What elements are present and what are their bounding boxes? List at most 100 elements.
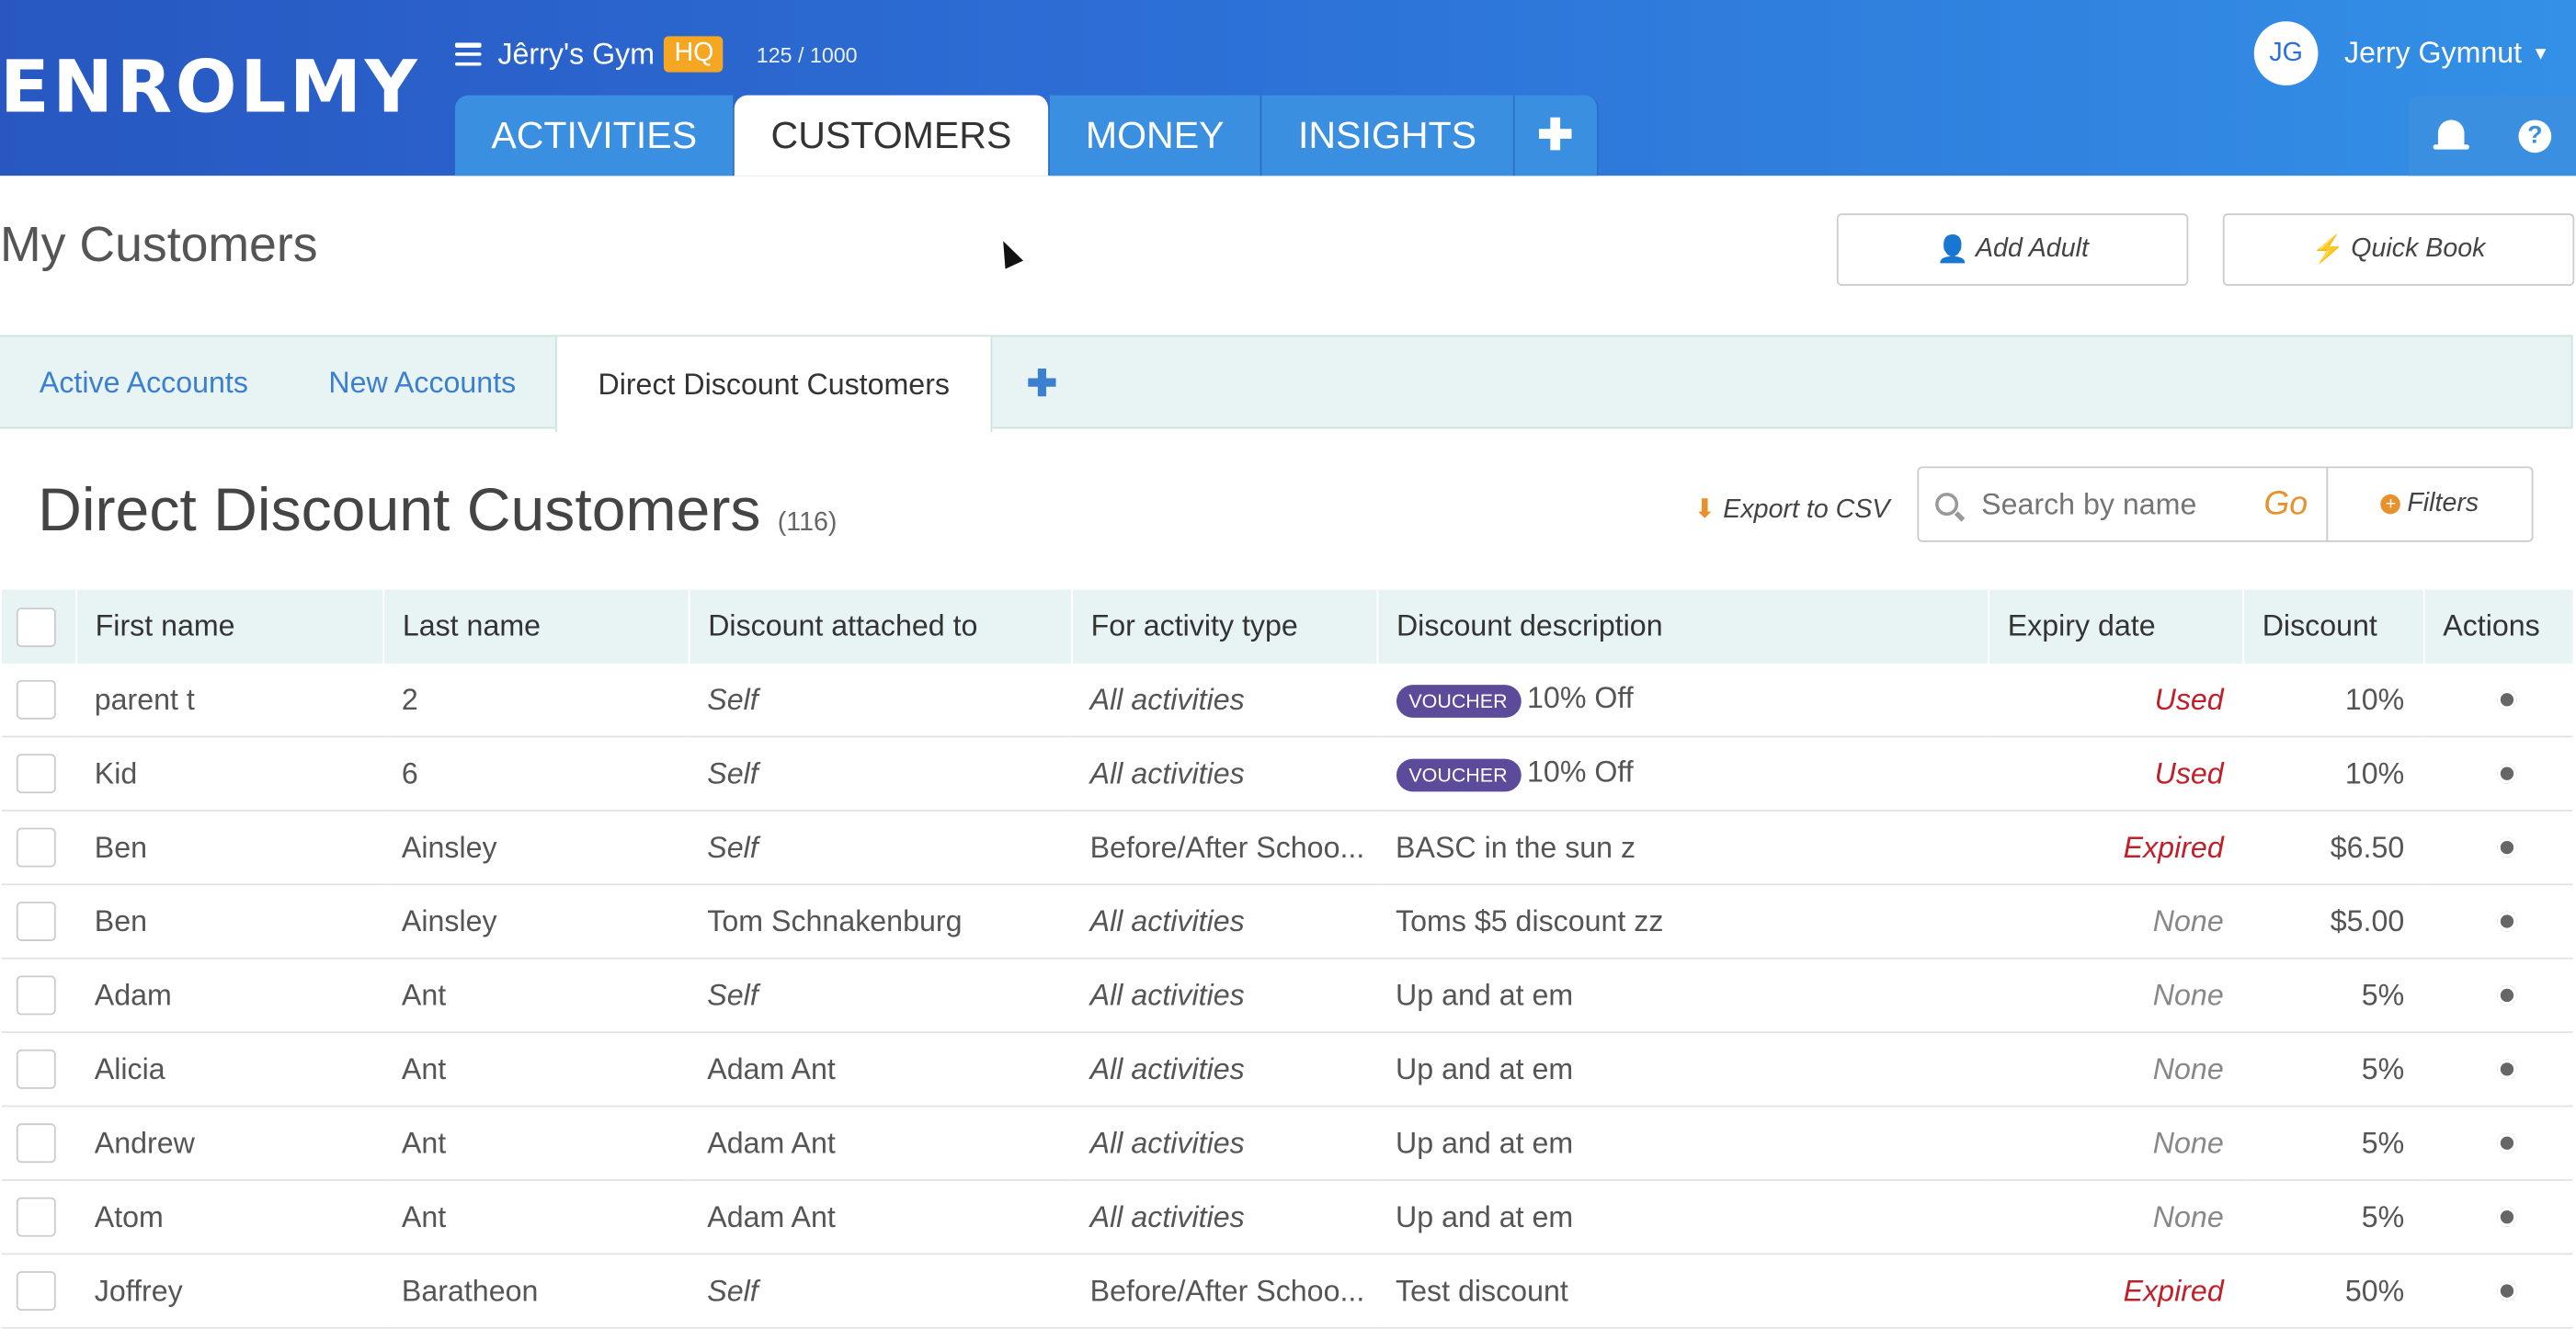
org-selector[interactable]: Jêrry's Gym HQ 125 / 1000	[454, 36, 858, 73]
add-subtab-button[interactable]: ✚	[1027, 336, 1057, 430]
top-header: ENROLMY Jêrry's Gym HQ 125 / 1000 ACTIVI…	[0, 0, 2576, 176]
cell-activity-type: All activities	[1072, 1032, 1378, 1108]
col-last-name[interactable]: Last name	[382, 589, 690, 664]
row-actions-cell	[2423, 736, 2573, 812]
cell-discount: $6.50	[2243, 810, 2424, 886]
hamburger-menu-icon[interactable]	[454, 42, 482, 66]
cell-discount-attached: Tom Schnakenburg	[689, 884, 1073, 960]
subtab-active-accounts[interactable]: Active Accounts	[40, 336, 248, 430]
enrolmy-logo[interactable]: ENROLMY	[0, 46, 420, 130]
user-name[interactable]: Jerry Gymnut	[2344, 36, 2522, 71]
tab-activities[interactable]: ACTIVITIES	[454, 95, 735, 176]
bell-icon[interactable]	[2433, 116, 2469, 155]
table-row: Alicia Ant Adam Ant All activities Up and at…	[0, 1032, 2573, 1108]
page-title: My Customers	[0, 218, 318, 273]
discount-description-text: Up and at em	[1396, 1199, 1574, 1233]
cell-expiry-date: Used	[1989, 736, 2244, 812]
gear-icon[interactable]	[2497, 1132, 2518, 1153]
gear-icon[interactable]	[2497, 1206, 2518, 1226]
cell-first-name: Andrew	[76, 1106, 384, 1181]
gear-icon[interactable]	[2497, 984, 2518, 1005]
row-select-cell	[0, 736, 77, 812]
gear-icon[interactable]	[2497, 763, 2518, 783]
tab-customers[interactable]: CUSTOMERS	[735, 95, 1050, 176]
col-discount[interactable]: Discount	[2242, 589, 2424, 664]
quick-book-button[interactable]: ⚡ Quick Book	[2222, 213, 2575, 286]
row-select-cell	[0, 663, 77, 738]
discount-description-text: BASC in the sun z	[1396, 830, 1636, 864]
row-checkbox[interactable]	[15, 679, 55, 720]
row-checkbox[interactable]	[15, 1049, 55, 1089]
row-checkbox[interactable]	[15, 1123, 55, 1164]
header-icon-bar: ?	[2408, 95, 2576, 176]
row-checkbox[interactable]	[15, 1197, 55, 1237]
quota-count: 125 / 1000	[756, 41, 858, 67]
col-expiry-date[interactable]: Expiry date	[1988, 589, 2244, 664]
filters-button[interactable]: + Filters	[2326, 466, 2534, 542]
go-button[interactable]: Go	[2263, 485, 2308, 523]
row-actions-cell	[2423, 663, 2573, 738]
download-icon: ⬇	[1693, 495, 1716, 525]
gear-icon[interactable]	[2497, 688, 2518, 710]
row-select-cell	[0, 1106, 77, 1181]
cell-discount-description: Toms $5 discount zz	[1377, 884, 1989, 960]
cell-discount: 5%	[2243, 1179, 2424, 1255]
row-select-cell	[0, 958, 77, 1034]
col-first-name[interactable]: First name	[75, 589, 384, 664]
row-checkbox[interactable]	[15, 754, 55, 794]
row-checkbox[interactable]	[15, 975, 55, 1016]
table-row: Joffrey Baratheon Self Before/After Schoo..…	[0, 1254, 2573, 1329]
gear-icon[interactable]	[2497, 910, 2518, 931]
table-row: Andrew Ant Adam Ant All activities Up and at…	[0, 1106, 2573, 1181]
col-discount-attached[interactable]: Discount attached to	[688, 589, 1073, 664]
gear-icon[interactable]	[2497, 1058, 2518, 1079]
col-discount-description[interactable]: Discount description	[1376, 589, 1989, 664]
cell-discount: 5%	[2243, 1032, 2424, 1108]
discount-description-text: Test discount	[1396, 1273, 1568, 1307]
user-menu[interactable]: JG Jerry Gymnut ▼	[2253, 21, 2549, 85]
cell-expiry-date: None	[1989, 1179, 2244, 1255]
row-actions-cell	[2423, 1254, 2573, 1329]
cell-first-name: Kid	[76, 736, 384, 812]
export-csv-button[interactable]: ⬇ Export to CSV	[1693, 493, 1889, 526]
table-row: parent t 2 Self All activities VOUCHER 10% Of…	[0, 663, 2573, 738]
avatar[interactable]: JG	[2253, 21, 2319, 85]
cell-discount: 50%	[2243, 1254, 2424, 1329]
cell-discount-attached: Self	[689, 958, 1073, 1034]
col-activity-type[interactable]: For activity type	[1071, 589, 1378, 664]
gear-icon[interactable]	[2497, 1279, 2518, 1301]
tab-money[interactable]: MONEY	[1049, 95, 1262, 176]
cell-activity-type: Before/After Schoo...	[1072, 1254, 1378, 1329]
add-user-icon: 👤	[1936, 236, 1969, 265]
row-actions-cell	[2423, 810, 2573, 886]
select-all-checkbox[interactable]	[16, 607, 56, 647]
add-adult-button[interactable]: 👤 Add Adult	[1836, 213, 2189, 286]
table-row: Kid 6 Self All activities VOUCHER 10% Off Used…	[0, 736, 2573, 812]
cell-expiry-date: Expired	[1989, 810, 2244, 886]
cell-activity-type: Before/After Schoo...	[1072, 810, 1378, 886]
cell-last-name: 6	[383, 736, 690, 812]
row-checkbox[interactable]	[15, 1271, 55, 1312]
subtab-new-accounts[interactable]: New Accounts	[328, 336, 516, 430]
row-checkbox[interactable]	[15, 902, 55, 941]
chevron-down-icon[interactable]: ▼	[2532, 43, 2549, 62]
tab-insights[interactable]: INSIGHTS	[1261, 95, 1515, 176]
cell-expiry-date: None	[1989, 1032, 2244, 1108]
gear-icon[interactable]	[2497, 836, 2518, 857]
subtab-direct-discount-customers[interactable]: Direct Discount Customers	[555, 336, 993, 432]
customer-subtabs: Active Accounts New Accounts Direct Disc…	[0, 335, 2573, 432]
discount-description-text: 10% Off	[1527, 682, 1634, 716]
help-icon[interactable]: ?	[2518, 119, 2552, 153]
cell-discount-description: Up and at em	[1377, 1032, 1989, 1108]
cell-last-name: Ainsley	[383, 884, 690, 960]
search-input[interactable]	[1978, 485, 2264, 524]
cell-first-name: Atom	[76, 1179, 384, 1255]
quick-book-label: Quick Book	[2351, 234, 2486, 263]
row-checkbox[interactable]	[15, 827, 55, 868]
org-name[interactable]: Jêrry's Gym	[497, 37, 655, 72]
cell-discount-description: Up and at em	[1377, 958, 1989, 1034]
row-select-cell	[0, 1254, 77, 1329]
cell-activity-type: All activities	[1072, 1179, 1378, 1255]
add-tab-button[interactable]: ✚	[1514, 95, 1598, 176]
customers-table: First name Last name Discount attached t…	[0, 589, 2573, 1329]
